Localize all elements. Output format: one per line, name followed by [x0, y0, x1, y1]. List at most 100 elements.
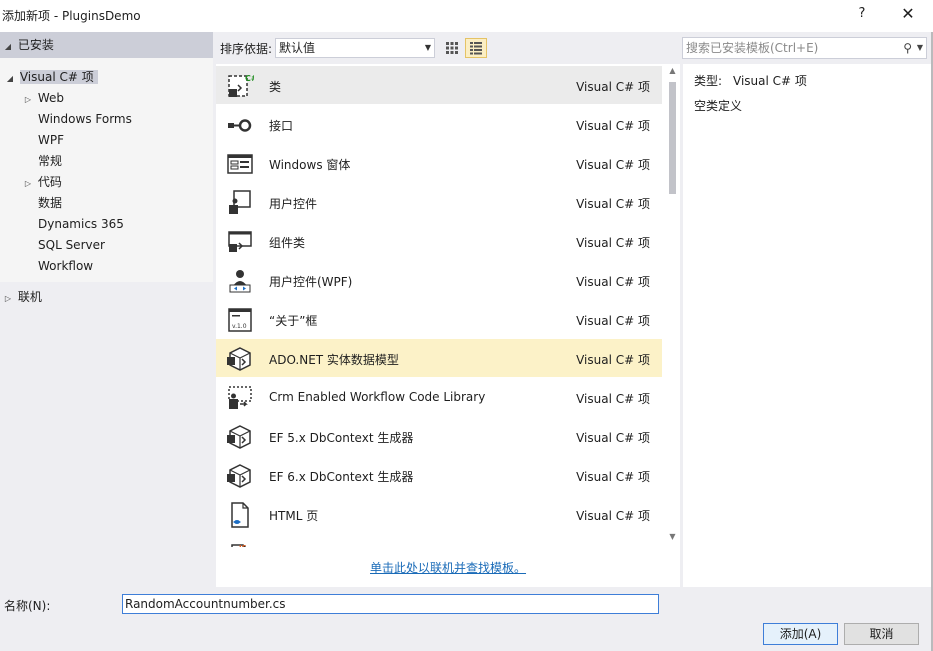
scroll-thumb[interactable]: [669, 82, 676, 194]
sort-dropdown[interactable]: 默认值 ▼: [275, 38, 435, 58]
template-list-viewport: C# 类 Visual C# 项 接口 Visual C# 项: [216, 64, 664, 547]
search-icon[interactable]: ⚲: [903, 38, 912, 58]
expand-triangle-icon[interactable]: ▷: [22, 174, 34, 194]
workflow-library-icon: [228, 386, 252, 409]
entity-data-model-icon: [227, 347, 251, 371]
template-type: Visual C# 项: [576, 275, 650, 289]
template-list: C# 类 Visual C# 项 接口 Visual C# 项: [216, 64, 680, 587]
template-type: Visual C# 项: [576, 314, 650, 328]
sort-label: 排序依据:: [220, 42, 273, 56]
scroll-up-icon[interactable]: ▲: [665, 66, 680, 78]
tree-item-label: 联机: [17, 290, 42, 304]
windows-form-icon: [227, 154, 253, 174]
ef5-generator-icon: [227, 425, 251, 449]
tree-item-dynamics-365[interactable]: Dynamics 365: [38, 214, 124, 234]
template-item-about-box[interactable]: v.1.0 “关于”框 Visual C# 项: [216, 300, 662, 338]
javascript-file-icon: JS: [231, 544, 247, 547]
template-item-interface[interactable]: 接口 Visual C# 项: [216, 105, 662, 143]
tree-item-data[interactable]: 数据: [38, 193, 62, 213]
template-description: 空类定义: [694, 99, 743, 113]
template-name: ADO.NET 实体数据模型: [269, 353, 399, 367]
collapse-triangle-icon[interactable]: ◢: [2, 37, 14, 57]
user-control-icon: [229, 190, 251, 214]
template-type: Visual C# 项: [576, 197, 650, 211]
title-bar: 添加新项 - PluginsDemo ? ✕: [0, 0, 933, 32]
template-name: EF 6.x DbContext 生成器: [269, 470, 414, 484]
installed-label: 已安装: [17, 38, 54, 52]
template-type: Visual C# 项: [576, 119, 650, 133]
list-view-icon: [470, 42, 482, 55]
template-item-ef6-generator[interactable]: EF 6.x DbContext 生成器 Visual C# 项: [216, 456, 662, 494]
scroll-down-icon[interactable]: ▼: [665, 532, 680, 544]
installed-header[interactable]: ◢ 已安装: [0, 32, 213, 58]
grid-view-button[interactable]: [441, 38, 463, 58]
collapse-triangle-icon[interactable]: ◢: [4, 69, 16, 89]
template-item-wpf-user-control[interactable]: 用户控件(WPF) Visual C# 项: [216, 261, 662, 299]
template-item-class[interactable]: C# 类 Visual C# 项: [216, 66, 662, 104]
template-item-workflow-library[interactable]: Crm Enabled Workflow Code Library Visual…: [216, 378, 662, 416]
html-page-icon: [231, 502, 249, 528]
tree-item-label: Dynamics 365: [38, 217, 124, 231]
about-box-icon: v.1.0: [228, 308, 252, 332]
expand-triangle-icon[interactable]: ▷: [22, 90, 34, 110]
search-input[interactable]: 搜索已安装模板(Ctrl+E) ⚲ ▼: [682, 37, 927, 59]
list-view-button[interactable]: [465, 38, 487, 58]
template-category-tree: ◢ 已安装 ◢ Visual C# 项 ▷ Web Windows Forms …: [0, 32, 213, 587]
wpf-user-control-icon: [229, 270, 251, 293]
tree-item-wpf[interactable]: WPF: [38, 130, 64, 150]
name-field[interactable]: RandomAccountnumber.cs: [122, 594, 659, 614]
template-name: Crm Enabled Workflow Code Library: [269, 390, 486, 404]
template-item-javascript[interactable]: JS: [216, 534, 662, 547]
template-type: Visual C# 项: [576, 353, 650, 367]
svg-text:JS: JS: [238, 544, 247, 547]
add-button[interactable]: 添加(A): [763, 623, 838, 645]
tree-item-sql-server[interactable]: SQL Server: [38, 235, 105, 255]
class-icon: C#: [228, 74, 254, 97]
template-name: Windows 窗体: [269, 158, 351, 172]
template-list-scrollbar[interactable]: ▲ ▼: [665, 64, 680, 547]
template-name: “关于”框: [269, 314, 318, 328]
component-class-icon: [228, 231, 252, 252]
cancel-button[interactable]: 取消: [844, 623, 919, 645]
svg-text:C#: C#: [245, 74, 254, 83]
template-item-ef5-generator[interactable]: EF 5.x DbContext 生成器 Visual C# 项: [216, 417, 662, 455]
template-item-html-page[interactable]: HTML 页 Visual C# 项: [216, 495, 662, 533]
template-type: Visual C# 项: [576, 509, 650, 523]
tree-item-label: WPF: [38, 133, 65, 147]
tree-item-label: Web: [37, 91, 64, 105]
close-button[interactable]: ✕: [896, 4, 920, 24]
tree-item-label: 数据: [38, 196, 63, 210]
tree-item-label: SQL Server: [38, 238, 105, 252]
tree-item-windows-forms[interactable]: Windows Forms: [38, 109, 132, 129]
template-item-entity-data-model[interactable]: ADO.NET 实体数据模型 Visual C# 项: [216, 339, 662, 377]
template-name: 接口: [269, 119, 294, 133]
template-type: Visual C# 项: [576, 470, 650, 484]
chevron-down-icon[interactable]: ▼: [917, 38, 923, 58]
expand-triangle-icon[interactable]: ▷: [2, 289, 14, 309]
tree-item-label: Workflow: [38, 259, 94, 273]
tree-item-label: 常规: [38, 154, 63, 168]
sort-value: 默认值: [279, 41, 316, 55]
template-item-component-class[interactable]: 组件类 Visual C# 项: [216, 222, 662, 260]
template-name: 用户控件: [269, 197, 318, 211]
template-item-windows-form[interactable]: Windows 窗体 Visual C# 项: [216, 144, 662, 182]
tree-item-web[interactable]: ▷ Web: [22, 88, 64, 108]
interface-icon: [228, 119, 252, 132]
ef6-generator-icon: [227, 464, 251, 488]
tree-item-visual-csharp[interactable]: ◢ Visual C# 项: [4, 67, 98, 87]
type-label: 类型:: [694, 74, 723, 88]
tree-item-label: Windows Forms: [38, 112, 132, 126]
template-item-user-control[interactable]: 用户控件 Visual C# 项: [216, 183, 662, 221]
tree-item-online[interactable]: ▷ 联机: [2, 287, 42, 307]
template-type: Visual C# 项: [576, 431, 650, 445]
online-templates-link[interactable]: 单击此处以联机并查找模板。: [370, 559, 526, 576]
tree-item-code[interactable]: ▷ 代码: [22, 172, 62, 192]
chevron-down-icon: ▼: [424, 43, 431, 52]
template-name: 类: [269, 80, 282, 94]
tree-item-workflow[interactable]: Workflow: [38, 256, 93, 276]
tree-item-label: 代码: [37, 175, 62, 189]
template-name: EF 5.x DbContext 生成器: [269, 431, 414, 445]
tree-item-general[interactable]: 常规: [38, 151, 62, 171]
search-placeholder: 搜索已安装模板(Ctrl+E): [686, 41, 819, 55]
help-button[interactable]: ?: [850, 6, 874, 26]
